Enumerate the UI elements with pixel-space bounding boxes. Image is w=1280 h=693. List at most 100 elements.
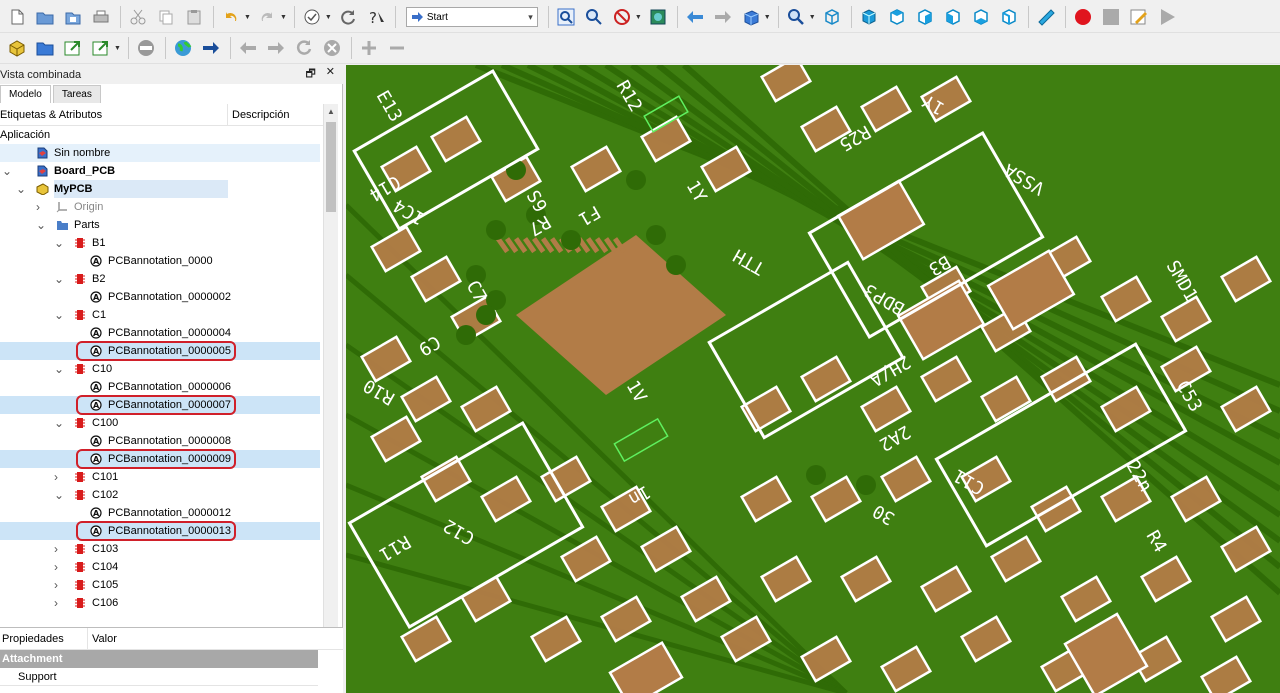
web-back-icon[interactable] <box>235 36 261 60</box>
tree-item[interactable]: ⌄ B1 <box>0 234 320 252</box>
chevron-right-icon[interactable]: › <box>36 198 40 216</box>
tree-item[interactable]: › C106 <box>0 594 320 612</box>
measure-icon[interactable] <box>1033 5 1059 29</box>
chevron-down-icon[interactable]: ⌄ <box>54 414 64 432</box>
undo-icon[interactable] <box>218 5 244 29</box>
bounding-box-icon[interactable] <box>645 5 671 29</box>
play-macro-icon[interactable] <box>1154 5 1180 29</box>
back-arrow-icon[interactable] <box>682 5 708 29</box>
scroll-up-icon[interactable]: ▲ <box>327 107 335 116</box>
chevron-down-icon[interactable]: ⌄ <box>36 216 46 234</box>
float-panel-icon[interactable]: 🗗 <box>305 65 315 84</box>
tree-item[interactable]: ⌄ Parts <box>0 216 320 234</box>
tree-item-annotation[interactable]: A PCBannotation_0000 <box>0 252 320 270</box>
stop-macro-icon[interactable] <box>1098 5 1124 29</box>
workbench-selector[interactable]: Start ▾ <box>405 7 538 27</box>
tree-scrollbar[interactable]: ▲ ▼ <box>323 104 338 682</box>
link-icon[interactable] <box>60 36 86 60</box>
chevron-down-icon[interactable]: ⌄ <box>54 486 64 504</box>
chevron-right-icon[interactable]: › <box>54 540 58 558</box>
tab-modelo[interactable]: Modelo <box>0 85 51 103</box>
new-file-icon[interactable] <box>4 5 30 29</box>
refresh-dropdown-icon[interactable]: ▼ <box>325 14 332 21</box>
part-icon[interactable] <box>4 36 30 60</box>
link-dropdown-icon[interactable]: ▼ <box>114 45 121 52</box>
tree-item-annotation[interactable]: A PCBannotation_0000009 <box>0 449 320 469</box>
print-icon[interactable] <box>88 5 114 29</box>
save-icon[interactable] <box>60 5 86 29</box>
std-views-dropdown-icon[interactable]: ▼ <box>764 14 771 21</box>
draw-style-dropdown-icon[interactable]: ▼ <box>635 14 642 21</box>
tree-item[interactable]: › C104 <box>0 558 320 576</box>
chevron-right-icon[interactable]: › <box>54 558 58 576</box>
chevron-down-icon[interactable]: ⌄ <box>54 270 64 288</box>
column-labels-attributes[interactable]: Etiquetas & Atributos <box>0 104 228 125</box>
chevron-right-icon[interactable]: › <box>54 468 58 486</box>
link-actions-icon[interactable] <box>88 36 114 60</box>
tree-item[interactable]: ⌄ MyPCB <box>0 180 320 198</box>
bottom-view-icon[interactable] <box>968 5 994 29</box>
chevron-right-icon[interactable]: › <box>54 594 58 612</box>
paste-icon[interactable] <box>181 5 207 29</box>
open-folder-icon[interactable] <box>32 5 58 29</box>
zoom-icon[interactable] <box>783 5 809 29</box>
tree-item[interactable]: › C101 <box>0 468 320 486</box>
redo-dropdown-icon[interactable]: ▼ <box>280 14 287 21</box>
tree-item-annotation[interactable]: A PCBannotation_0000008 <box>0 432 320 450</box>
zoom-in-plus-icon[interactable] <box>356 36 382 60</box>
tree-item-annotation[interactable]: A PCBannotation_0000005 <box>0 341 320 361</box>
chevron-down-icon[interactable]: ⌄ <box>16 180 26 198</box>
front-view-icon[interactable] <box>856 5 882 29</box>
edit-macro-icon[interactable] <box>1126 5 1152 29</box>
recompute-icon[interactable] <box>335 5 361 29</box>
draw-style-icon[interactable] <box>609 5 635 29</box>
left-view-icon[interactable] <box>996 5 1022 29</box>
tree-item[interactable]: › C103 <box>0 540 320 558</box>
chevron-down-icon[interactable]: ⌄ <box>2 162 12 180</box>
tree-item[interactable]: Sin nombre <box>0 144 320 162</box>
forward-arrow-icon[interactable] <box>710 5 736 29</box>
close-icon[interactable]: ✕ <box>326 65 335 84</box>
right-view-icon[interactable] <box>912 5 938 29</box>
tree-item[interactable]: Aplicación <box>0 126 320 144</box>
tab-tareas[interactable]: Tareas <box>52 85 101 103</box>
std-views-icon[interactable] <box>738 5 764 29</box>
tree-item[interactable]: ⌄ Board_PCB <box>0 162 320 180</box>
fit-selection-icon[interactable] <box>581 5 607 29</box>
tree-item[interactable]: ⌄ C10 <box>0 360 320 378</box>
tree-item-annotation[interactable]: A PCBannotation_0000002 <box>0 288 320 306</box>
redo-icon[interactable] <box>254 5 280 29</box>
whats-this-icon[interactable]: ? <box>363 5 389 29</box>
cut-icon[interactable] <box>125 5 151 29</box>
web-forward-icon[interactable] <box>263 36 289 60</box>
web-go-icon[interactable] <box>198 36 224 60</box>
tree-item-annotation[interactable]: A PCBannotation_0000006 <box>0 378 320 396</box>
record-macro-icon[interactable] <box>1070 5 1096 29</box>
top-view-icon[interactable] <box>884 5 910 29</box>
fit-all-icon[interactable] <box>553 5 579 29</box>
tree-item[interactable]: ⌄ C102 <box>0 486 320 504</box>
column-description[interactable]: Descripción <box>228 109 289 121</box>
undo-dropdown-icon[interactable]: ▼ <box>244 14 251 21</box>
3d-view-canvas[interactable]: E13 C14 1C4 R12 C9 R10 C7 R11 C12 S9 R25 1Y 1V B3 VSSA… <box>346 65 1280 693</box>
tree-item-annotation[interactable]: A PCBannotation_0000007 <box>0 395 320 415</box>
pcb-board-render[interactable]: E13C141C4R12C9R10C7R11 C12S9R251Y1VB3VSSA… <box>346 65 1280 693</box>
tree-item[interactable]: › C105 <box>0 576 320 594</box>
chevron-down-icon[interactable]: ⌄ <box>54 360 64 378</box>
refresh-check-icon[interactable] <box>299 5 325 29</box>
tree-item[interactable]: › Origin <box>0 198 320 216</box>
column-value[interactable]: Valor <box>88 633 117 645</box>
scrollbar-thumb[interactable] <box>326 122 336 212</box>
chevron-right-icon[interactable]: › <box>54 576 58 594</box>
property-row[interactable]: Support <box>0 668 318 686</box>
tree-item[interactable]: ⌄ B2 <box>0 270 320 288</box>
column-properties[interactable]: Propiedades <box>0 628 88 649</box>
copy-icon[interactable] <box>153 5 179 29</box>
tree-item-annotation[interactable]: A PCBannotation_0000013 <box>0 521 320 541</box>
property-group[interactable]: Attachment <box>0 650 318 668</box>
chevron-down-icon[interactable]: ⌄ <box>54 234 64 252</box>
web-globe-icon[interactable] <box>170 36 196 60</box>
tree-item[interactable]: ⌄ C1 <box>0 306 320 324</box>
zoom-out-minus-icon[interactable] <box>384 36 410 60</box>
tree-item[interactable]: ⌄ C100 <box>0 414 320 432</box>
